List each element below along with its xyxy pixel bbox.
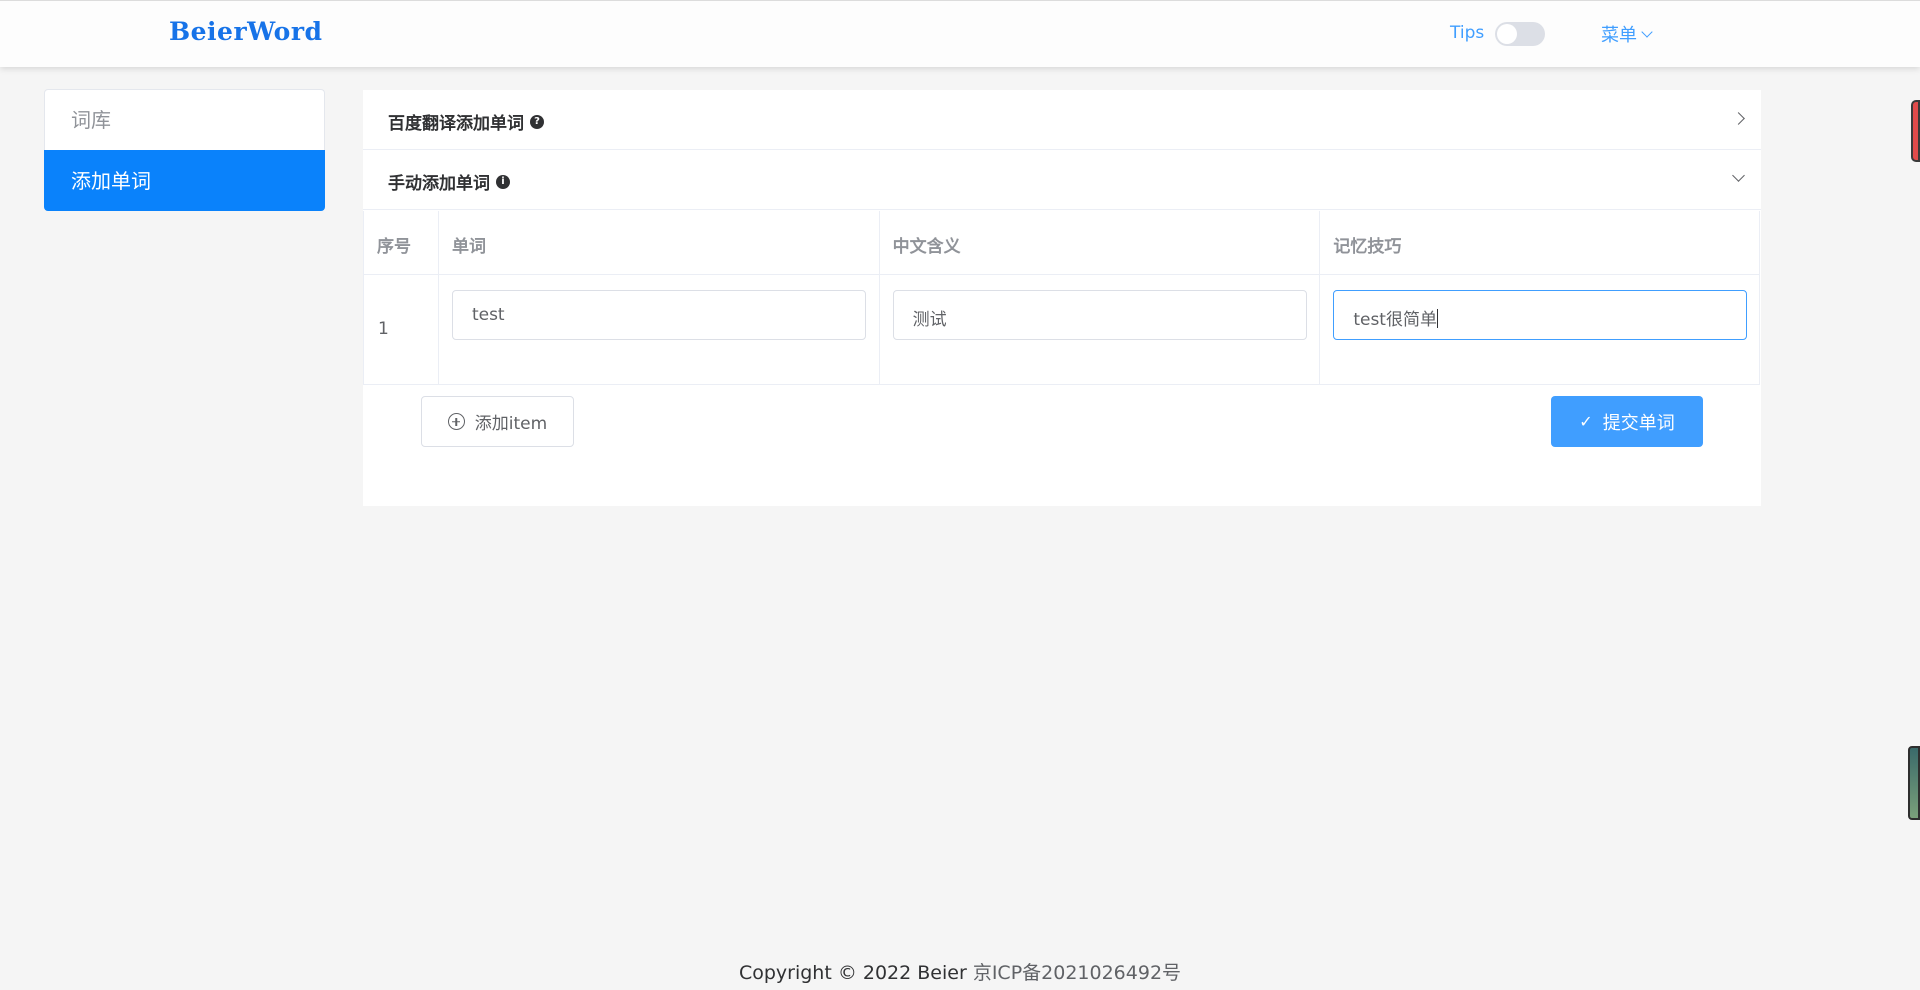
chevron-down-icon [1641,25,1653,38]
section-title-baidu: 百度翻译添加单词 [388,114,524,134]
section-title-manual: 手动添加单词 [388,174,490,194]
collapse-title: 百度翻译添加单词 ? [388,109,544,134]
plus-circle-icon [447,413,465,430]
table-header-row: 序号 单词 中文含义 记忆技巧 [364,211,1761,275]
column-header-index: 序号 [364,211,439,274]
tips-toggle[interactable] [1495,22,1545,46]
tip-cell: test很简单 [1320,275,1761,384]
index-cell: 1 [364,275,439,384]
toggle-knob [1497,24,1517,44]
app-logo[interactable]: BeierWord [169,17,322,46]
column-header-tip: 记忆技巧 [1320,211,1761,274]
question-circle-icon[interactable]: ? [530,114,544,129]
word-cell: test [439,275,880,384]
side-widget-handle[interactable] [1911,100,1920,162]
check-list-icon: ✓ [1579,412,1593,431]
chevron-right-icon [1732,112,1745,125]
top-header: BeierWord Tips 菜单 [0,0,1920,67]
text-caret [1436,309,1438,328]
copyright-text: Copyright © 2022 Beier [738,962,967,984]
sidebar-item-vocabulary[interactable]: 词库 [44,89,325,150]
add-item-button[interactable]: 添加item [421,396,574,447]
menu-label: 菜单 [1601,25,1637,46]
submit-label: 提交单词 [1602,412,1675,434]
sidebar-item-add-word[interactable]: 添加单词 [44,150,325,211]
side-widget-meter[interactable] [1908,746,1920,820]
chevron-down-icon [1732,169,1745,182]
info-circle-icon[interactable]: i [496,174,510,189]
add-item-label: 添加item [474,414,548,434]
word-input[interactable]: test [451,290,866,340]
collapse-baidu-translate[interactable]: 百度翻译添加单词 ? [363,90,1761,150]
table-row: 1 test 测试 test很简单 [364,275,1761,385]
tip-input[interactable]: test很简单 [1333,290,1748,340]
tip-input-value: test很简单 [1353,310,1437,330]
meaning-cell: 测试 [880,275,1321,384]
tips-label: Tips [1450,23,1485,43]
menu-dropdown[interactable]: 菜单 [1601,21,1653,47]
main-panel: 百度翻译添加单词 ? 手动添加单词 i 序号 单词 中文含义 记忆技巧 1 te… [363,90,1761,506]
meaning-input[interactable]: 测试 [892,290,1307,340]
column-header-word: 单词 [439,211,880,274]
footer: Copyright © 2022 Beier 京ICP备2021026492号 [0,958,1920,985]
row-index: 1 [378,319,389,339]
submit-words-button[interactable]: ✓ 提交单词 [1551,396,1703,447]
word-table: 序号 单词 中文含义 记忆技巧 1 test 测试 test很简单 [363,211,1761,385]
collapse-manual-add[interactable]: 手动添加单词 i [363,150,1761,210]
column-header-meaning: 中文含义 [880,211,1321,274]
icp-link[interactable]: 京ICP备2021026492号 [973,962,1181,984]
collapse-title: 手动添加单词 i [388,169,510,194]
sidebar: 词库 添加单词 [44,89,325,211]
